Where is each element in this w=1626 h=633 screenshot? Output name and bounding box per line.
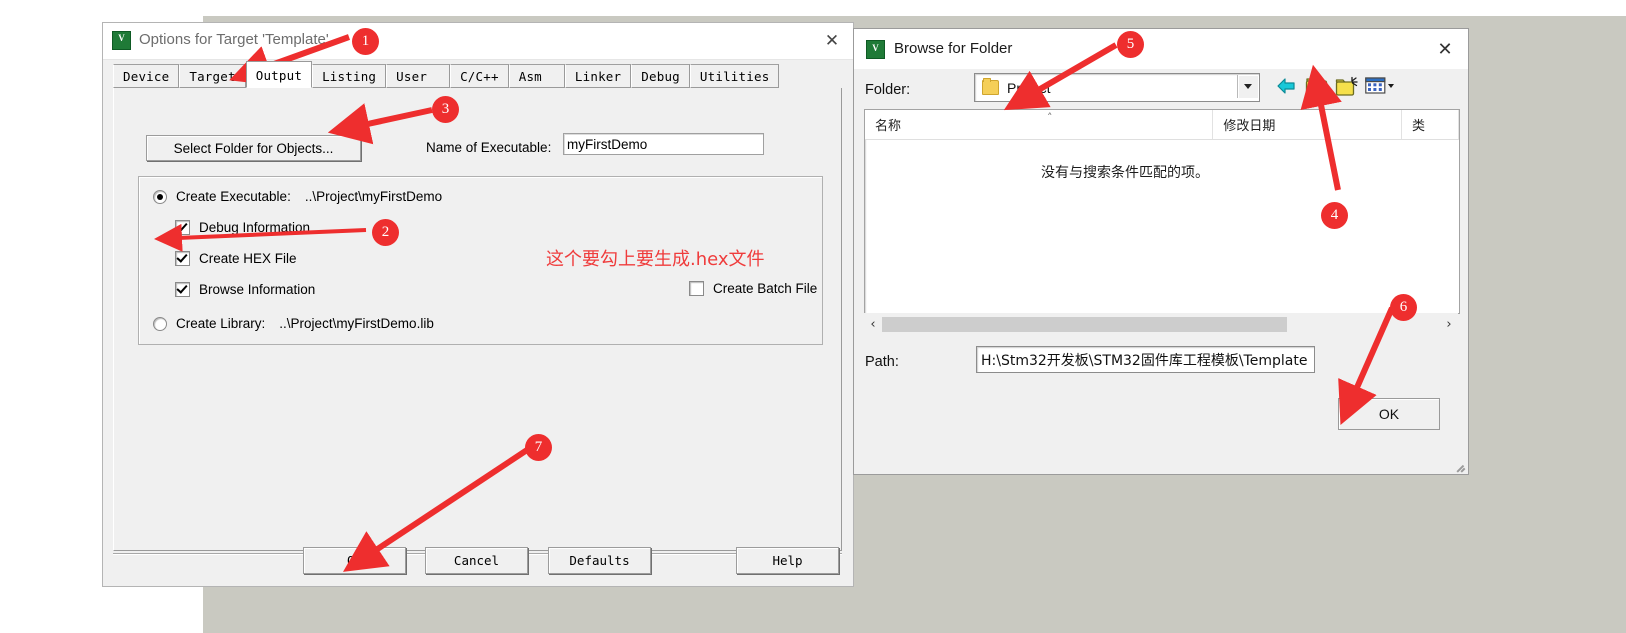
- browse-information-checkbox[interactable]: [175, 282, 190, 297]
- create-library-radio[interactable]: [153, 316, 167, 331]
- create-hex-file-checkbox[interactable]: [175, 251, 190, 266]
- column-header-date-modified[interactable]: 修改日期: [1213, 110, 1402, 139]
- tab-output[interactable]: Output: [245, 61, 313, 88]
- folder-list-header: 名称 ˄ 修改日期 类: [865, 110, 1459, 140]
- tab-c-cpp[interactable]: C/C++: [450, 64, 509, 88]
- create-library-label: Create Library:: [176, 316, 266, 331]
- options-dialog-title: Options for Target 'Template': [139, 31, 329, 48]
- tab-device[interactable]: Device: [113, 64, 180, 88]
- close-icon[interactable]: ✕: [819, 29, 845, 53]
- resize-grip[interactable]: [1454, 460, 1466, 473]
- ide-toolbar-strip: [203, 0, 1626, 16]
- options-for-target-dialog: V Options for Target 'Template' ✕ Device…: [102, 22, 854, 587]
- browse-information-row[interactable]: Browse Information: [175, 282, 315, 297]
- column-header-date-label: 修改日期: [1223, 119, 1276, 134]
- create-batch-file-checkbox[interactable]: [689, 281, 704, 296]
- scroll-right-arrow-icon[interactable]: ›: [1440, 314, 1458, 334]
- empty-list-message: 没有与搜索条件匹配的项。: [1041, 165, 1209, 181]
- create-batch-file-label: Create Batch File: [713, 281, 818, 296]
- folder-combo[interactable]: Project: [974, 73, 1260, 102]
- tab-debug[interactable]: Debug: [631, 64, 690, 88]
- create-executable-path: ..\Project\myFirstDemo: [304, 189, 443, 204]
- tab-listing[interactable]: Listing: [312, 64, 387, 88]
- tab-target[interactable]: Target: [179, 64, 246, 88]
- options-cancel-button[interactable]: Cancel: [425, 547, 528, 574]
- options-ok-button[interactable]: OK: [303, 547, 406, 574]
- folder-icon: [982, 78, 999, 95]
- chevron-down-icon[interactable]: [1237, 75, 1258, 98]
- folder-list-view[interactable]: 名称 ˄ 修改日期 类 没有与搜索条件匹配的项。: [864, 109, 1460, 314]
- uvision-icon: V: [866, 40, 885, 59]
- sort-ascending-icon: ˄: [1047, 111, 1053, 124]
- browse-for-folder-dialog: V Browse for Folder ✕ Folder: Project 名称…: [853, 28, 1469, 475]
- create-executable-label: Create Executable:: [176, 189, 291, 204]
- create-hex-file-label: Create HEX File: [199, 251, 297, 266]
- browse-dialog-title: Browse for Folder: [894, 40, 1013, 57]
- column-header-type-label: 类: [1411, 119, 1425, 134]
- column-header-name-label: 名称: [875, 119, 902, 134]
- create-executable-radio[interactable]: [153, 189, 167, 204]
- path-input[interactable]: [976, 346, 1315, 373]
- uvision-icon: V: [112, 31, 131, 50]
- folder-label: Folder:: [865, 82, 911, 98]
- browse-dialog-titlebar: V Browse for Folder ✕: [854, 29, 1468, 69]
- create-library-path: ..\Project\myFirstDemo.lib: [279, 316, 434, 331]
- create-executable-radio-row[interactable]: Create Executable: ..\Project\myFirstDem…: [153, 189, 442, 204]
- debug-information-checkbox[interactable]: [175, 220, 190, 235]
- options-tabstrip: Device Target Output Listing User C/C++ …: [113, 61, 780, 88]
- annotation-note-text: 这个要勾上要生成.hex文件: [546, 249, 765, 270]
- scrollbar-thumb[interactable]: [882, 316, 1287, 332]
- close-icon[interactable]: ✕: [1432, 37, 1458, 61]
- views-icon[interactable]: [1365, 73, 1395, 99]
- horizontal-scrollbar[interactable]: ‹ ›: [864, 313, 1458, 335]
- up-one-level-icon[interactable]: [1305, 73, 1328, 99]
- tab-linker[interactable]: Linker: [564, 64, 632, 88]
- debug-information-label: Debug Information: [199, 220, 311, 235]
- path-label: Path:: [865, 354, 899, 370]
- options-help-button[interactable]: Help: [736, 547, 839, 574]
- name-of-executable-label: Name of Executable:: [426, 140, 552, 155]
- create-batch-file-row[interactable]: Create Batch File: [689, 281, 817, 296]
- browse-ok-button[interactable]: OK: [1338, 398, 1440, 430]
- new-folder-icon[interactable]: [1335, 73, 1359, 99]
- output-tab-page: Select Folder for Objects... Name of Exe…: [113, 88, 842, 551]
- select-folder-for-objects-button[interactable]: Select Folder for Objects...: [146, 135, 361, 161]
- column-header-name[interactable]: 名称 ˄: [865, 110, 1214, 139]
- tab-asm[interactable]: Asm: [508, 64, 565, 88]
- options-defaults-button[interactable]: Defaults: [548, 547, 651, 574]
- create-hex-file-row[interactable]: Create HEX File: [175, 251, 297, 266]
- scroll-left-arrow-icon[interactable]: ‹: [864, 314, 882, 334]
- name-of-executable-input[interactable]: [563, 133, 764, 155]
- options-dialog-titlebar: V Options for Target 'Template' ✕: [103, 23, 853, 60]
- tab-user[interactable]: User: [386, 64, 451, 88]
- create-library-radio-row[interactable]: Create Library: ..\Project\myFirstDemo.l…: [153, 316, 434, 331]
- back-arrow-icon[interactable]: [1275, 73, 1297, 99]
- tab-utilities[interactable]: Utilities: [689, 64, 780, 88]
- debug-information-row[interactable]: Debug Information: [175, 220, 310, 235]
- folder-combo-value: Project: [1007, 79, 1051, 96]
- column-header-type[interactable]: 类: [1402, 110, 1459, 139]
- browse-information-label: Browse Information: [199, 282, 316, 297]
